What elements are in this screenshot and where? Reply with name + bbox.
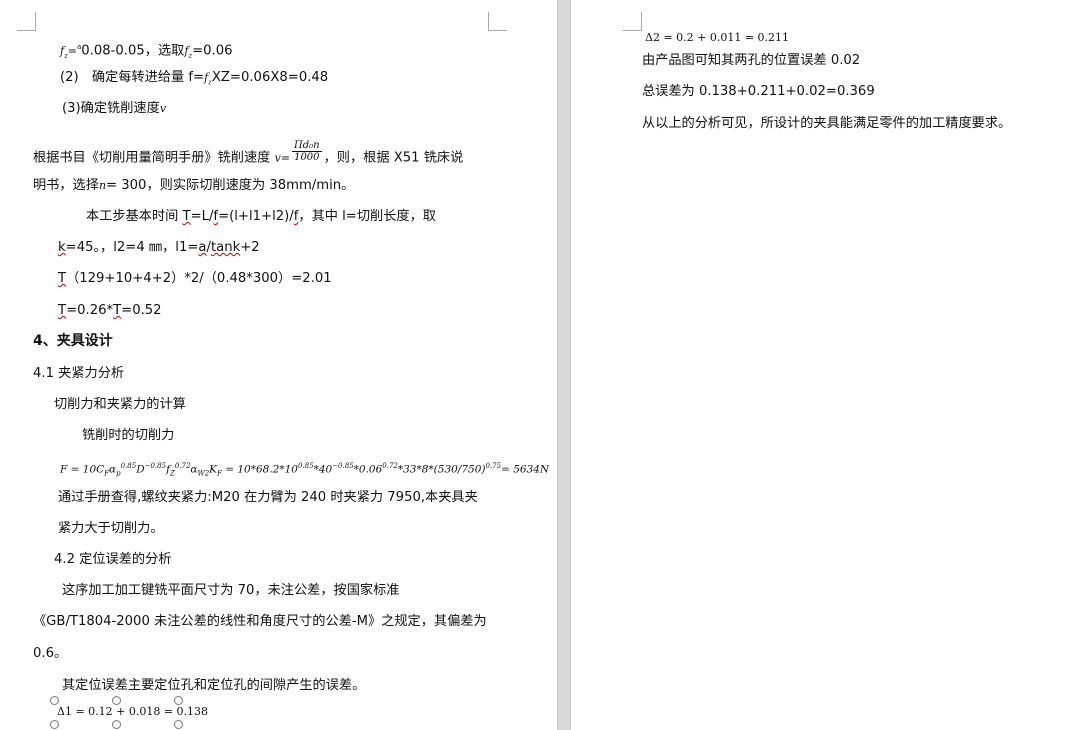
speed-fraction: Πd₀n 1000 (292, 140, 322, 163)
text-line-conclusion: 从以上的分析可见，所设计的夹具能满足零件的加工精度要求。 (642, 116, 1012, 131)
text-line-deviation: 0.6。 (33, 646, 68, 661)
equation-delta2: Δ2 = 0.2 + 0.011 = 0.211 (645, 31, 790, 44)
text-line-clamp-force: 通过手册查得,螺纹夹紧力:M20 在力臂为 240 时夹紧力 7950,本夹具夹 (58, 490, 478, 505)
text-line-cutting-force: 铣削时的切削力 (82, 428, 175, 443)
text-line-feed: (2) 确定每转进给量 f=fzXZ=0.06X8=0.48 (60, 70, 329, 87)
crop-mark (623, 12, 642, 31)
object-handle[interactable] (174, 720, 183, 729)
text-line-t-result: T=0.26*T=0.52 (58, 303, 162, 318)
crop-mark (17, 12, 36, 31)
text-line-manual: 根据书目《切削用量简明手册》铣削速度 v= Πd₀n 1000 ，则，根据 X51 铣… (33, 140, 464, 166)
object-handle[interactable] (50, 720, 59, 729)
subsection-clamping-analysis: 4.1 夹紧力分析 (33, 366, 125, 381)
text-line-machine: 明书，选择n= 300，则实际切削速度为 38mm/min。 (33, 178, 355, 193)
crop-mark (488, 12, 507, 31)
text-line-error-source: 其定位误差主要定位孔和定位孔的间隙产生的误差。 (62, 678, 366, 693)
text-line-speed: (3)确定铣削速度v (62, 101, 167, 116)
equation-delta1[interactable]: Δ1 = 0.12 + 0.018 = 0.138 (57, 703, 208, 721)
text-line-position-error: 由产品图可知其两孔的位置误差 0.02 (642, 53, 861, 68)
object-handle[interactable] (112, 720, 121, 729)
text-line-clamp-conclusion: 紧力大于切削力。 (58, 521, 164, 536)
cutting-force-formula: F = 10CFαp0.85D−0.85fZ0.72αW2KF = 10*68.… (60, 462, 550, 478)
document-page-right: Δ2 = 0.2 + 0.011 = 0.211 由产品图可知其两孔的位置误差 … (571, 0, 1083, 730)
text-line-dimension: 这序加工加工键铣平面尺寸为 70，未注公差，按国家标准 (62, 583, 400, 598)
text-line-fz: fz=a0.08-0.05，选取fz=0.06 (60, 43, 233, 61)
document-page-left: fz=a0.08-0.05，选取fz=0.06 (2) 确定每转进给量 f=fz… (0, 0, 557, 730)
subsection-positioning-error: 4.2 定位误差的分析 (54, 552, 172, 567)
text-line-k: k=45。，l2=4 ㎜，l1=a/tank+2 (58, 240, 260, 255)
text-line-total-error: 总误差为 0.138+0.211+0.02=0.369 (642, 84, 875, 99)
text-line-basic-time: 本工步基本时间 T=L/f=(l+l1+l2)/f，其中 l=切削长度，取 (86, 209, 436, 224)
page-gutter (557, 0, 571, 730)
section-heading-fixture-design: 4、夹具设计 (33, 333, 113, 349)
text-line-standard: 《GB/T1804-2000 未注公差的线性和角度尺寸的公差-M》之规定，其偏差… (33, 614, 487, 629)
text-line-t-calc: T（129+10+4+2）*2/（0.48*300）=2.01 (58, 271, 332, 286)
text-line-force-calc: 切削力和夹紧力的计算 (54, 397, 186, 412)
